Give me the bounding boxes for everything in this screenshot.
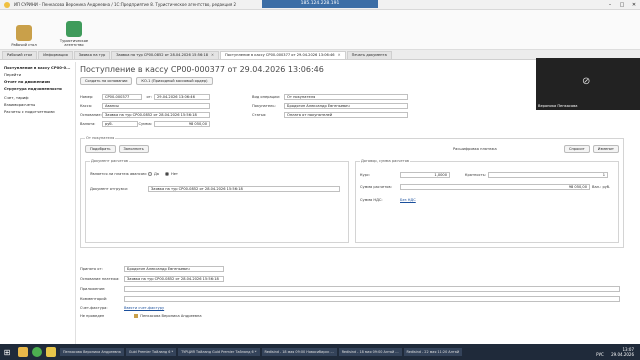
sprosit-button[interactable]: Спросит	[563, 145, 590, 153]
podbor-button[interactable]: Подобрать	[85, 145, 116, 153]
chrome-icon[interactable]	[32, 347, 42, 357]
schet-row: Счет-фактура: Ввести счет-фактуру	[80, 306, 165, 310]
task-item[interactable]: Redisind - 22 мая 11:20 Алтай	[403, 348, 463, 356]
date: 29.04.2026	[611, 352, 634, 357]
nav-item-movements[interactable]: Отчет по движениям	[4, 79, 71, 84]
app-logo-icon	[4, 1, 10, 8]
rate-field[interactable]: 1,0000	[400, 172, 450, 178]
comment-field[interactable]	[124, 296, 620, 302]
create-based-on-button[interactable]: Создать на основании	[80, 77, 133, 85]
received-from-field[interactable]: Бродягин Александр Евгеньевич	[124, 266, 224, 272]
1c-icon[interactable]	[46, 347, 56, 357]
sections-panel: Рабочий стол Туристическое агентство	[0, 10, 640, 50]
pril-row: Приложение:	[80, 286, 620, 292]
osnovanie-field[interactable]: Заявка на тур СР00-0852 от 28.04.2026 15…	[102, 112, 210, 118]
number-row: Номер: СР00-000377 от: 29.04.2026 13:06:…	[80, 94, 210, 100]
nav-item-invoice[interactable]: Счет, тариф	[4, 95, 71, 100]
shipment-doc-field[interactable]: Заявка на тур СР00-0852 от 28.04.2026 15…	[148, 186, 340, 192]
close-icon[interactable]: ✕	[628, 2, 640, 8]
radio-yes[interactable]	[148, 172, 152, 176]
statya-row: Статья: Оплата от покупателей	[252, 112, 408, 118]
task-item[interactable]: Пенкасова Вероника Андреевна	[60, 348, 124, 356]
minimize-icon[interactable]: –	[604, 2, 616, 8]
section-tour-agency[interactable]: Туристическое агентство	[54, 21, 94, 49]
status-badge: Не проведен	[80, 314, 105, 318]
osnovanie-row: Основание: Заявка на тур СР00-0852 от 28…	[80, 112, 210, 118]
tab-info[interactable]: Информация	[38, 51, 73, 59]
izmenit-button[interactable]: Изменит	[592, 145, 619, 153]
nav-item-settlements[interactable]: Взаиморасчеты	[4, 102, 71, 107]
close-icon[interactable]: ✕	[338, 53, 341, 57]
docs-panel: Документ расчетов Является ли платеж ава…	[85, 159, 349, 243]
decode-label: Расшифровка платежа	[453, 147, 497, 151]
zapolnit-button[interactable]: Заполнить	[118, 145, 149, 153]
contract-panel: Договор, сумма расчетов Курс: 1,0000 Кра…	[355, 159, 619, 243]
valuta-field[interactable]: руб.	[102, 121, 138, 127]
print-ko1-button[interactable]: КО-1 (Приходный кассовый ордер)	[136, 77, 213, 85]
app-window: ИП СУРИНИ - Пенкасова Вероника Андреевна…	[0, 0, 640, 344]
left-nav: Поступление в кассу СР00-0... Перейти От…	[0, 62, 76, 344]
vid-field[interactable]: От покупателя	[284, 94, 408, 100]
task-item[interactable]: ТУРЦИЯ Тайланд Guid Premier Тайланд 6 *	[178, 348, 260, 356]
statya-field[interactable]: Оплата от покупателей	[284, 112, 408, 118]
osnov-row: Основание платежа: Заявка на тур СР00-08…	[80, 276, 224, 282]
tab-tour-request[interactable]: Заявка на тур СР00-0852 от 28.04.2026 15…	[111, 51, 220, 59]
plat-row: Покупатель: Бродягин Александр Евгеньеви…	[252, 103, 408, 109]
section-desktop[interactable]: Рабочий стол	[4, 25, 44, 49]
valuta-row: Валюта: руб. Сумма: 98 050,00	[80, 121, 210, 127]
number-field[interactable]: СР00-000377	[102, 94, 142, 100]
tab-cash-receipt[interactable]: Поступление в кассу СР00-000377 от 29.04…	[220, 51, 346, 59]
participant-name: Вероника Пенкасова	[538, 104, 578, 108]
user-icon	[134, 314, 139, 318]
task-item[interactable]: Redisind - 18 мая 09:00 Алтай ...	[338, 348, 402, 356]
summa-field[interactable]: 98 050,00	[154, 121, 210, 127]
explorer-icon[interactable]	[18, 347, 28, 357]
prinyato-row: Принято от: Бродягин Александр Евгеньеви…	[80, 266, 224, 272]
windows-start-icon[interactable]: ⊞	[0, 344, 14, 360]
task-item[interactable]: Redisind - 18 мая 09:00 Новосибирск ...	[261, 348, 337, 356]
palm-icon	[66, 21, 82, 37]
author: Пенкасова Вероника Андреевна	[140, 314, 202, 318]
system-clock[interactable]: РУС 13:07 29.04.2026	[596, 347, 640, 357]
payment-basis-field[interactable]: Заявка на тур СР00-0852 от 28.04.2026 15…	[124, 276, 224, 282]
payment-panel: От покупателя Подобрать Заполнить Расшиф…	[80, 136, 624, 248]
vat-link[interactable]: Без НДС	[400, 198, 416, 202]
nav-item-structure[interactable]: Структура подчиненности	[4, 86, 71, 91]
camera-off-icon: ⊘	[582, 76, 591, 87]
multiplicity-field[interactable]: 1	[488, 172, 608, 178]
window-title: ИП СУРИНИ - Пенкасова Вероника Андреевна…	[14, 2, 237, 7]
remote-session-bar[interactable]: 185.124.228.191	[262, 0, 378, 8]
tab-tour-requests[interactable]: Заявка на тур	[73, 51, 111, 59]
taskbar: ⊞ Пенкасова Вероника Андреевна Guid Prem…	[0, 344, 640, 360]
task-item[interactable]: Guid Premier Тайланд 6 *	[125, 348, 177, 356]
screen: ИП СУРИНИ - Пенкасова Вероника Андреевна…	[0, 0, 640, 360]
attachment-field[interactable]	[124, 286, 620, 292]
tab-desktop[interactable]: Рабочий стол	[2, 51, 38, 59]
close-icon[interactable]: ✕	[211, 53, 214, 57]
maximize-icon[interactable]: □	[616, 2, 628, 8]
kassa-row: Касса: Авансы	[80, 103, 210, 109]
desktop-icon	[16, 25, 32, 41]
vid-row: Вид операции: От покупателя	[252, 94, 408, 100]
kassa-field[interactable]: Авансы	[102, 103, 210, 109]
task-items: Пенкасова Вероника Андреевна Guid Premie…	[60, 348, 463, 356]
nav-item-doc[interactable]: Поступление в кассу СР00-0...	[4, 65, 71, 70]
language-indicator[interactable]: РУС	[596, 352, 604, 357]
comment-row: Комментарий:	[80, 296, 620, 302]
plat-field[interactable]: Бродягин Александр Евгеньевич	[284, 103, 408, 109]
settlement-sum-field[interactable]: 98 050,00	[400, 184, 590, 190]
radio-no[interactable]	[165, 172, 170, 176]
invoice-link[interactable]: Ввести счет-фактуру	[124, 306, 164, 310]
tab-print[interactable]: Печать документа	[346, 51, 392, 59]
nav-item-accountable[interactable]: Расчеты с подотчетными	[4, 109, 71, 114]
status-row: Не проведен Пенкасова Вероника Андреевна	[80, 314, 202, 318]
nav-item-goto[interactable]: Перейти	[4, 72, 71, 77]
video-overlay: ⊘ Вероника Пенкасова	[536, 58, 640, 110]
date-field[interactable]: 29.04.2026 13:06:46	[154, 94, 210, 100]
